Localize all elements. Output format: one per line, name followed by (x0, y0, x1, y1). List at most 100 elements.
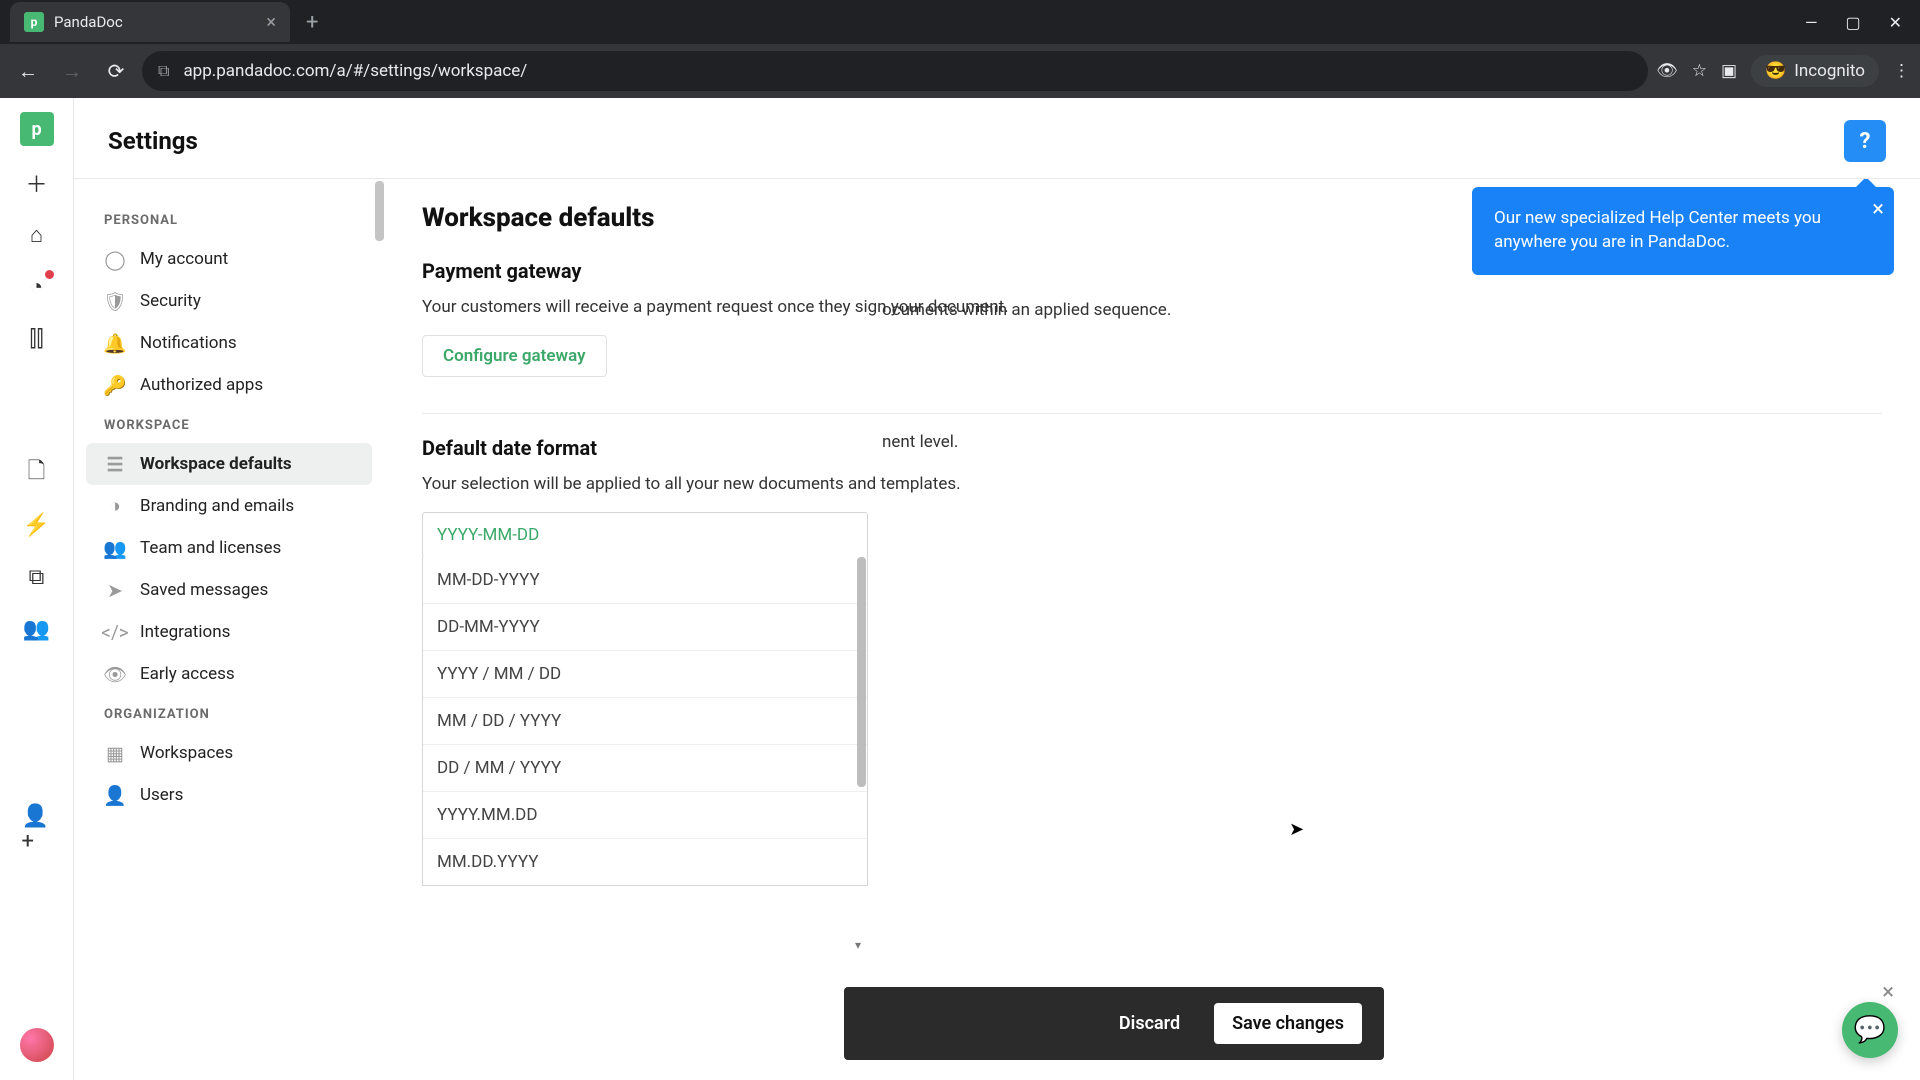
tooltip-text: Our new specialized Help Center meets yo… (1494, 208, 1821, 252)
configure-gateway-button[interactable]: Configure gateway (422, 335, 607, 377)
user-avatar[interactable] (20, 1028, 54, 1062)
new-tab-button[interactable]: + (296, 10, 328, 35)
help-button[interactable]: ? (1844, 120, 1886, 162)
send-icon: ➤ (104, 579, 126, 601)
incognito-icon: 😎 (1765, 61, 1786, 81)
create-icon[interactable]: ＋ (22, 168, 52, 198)
sidebar-item-my-account[interactable]: ◯My account (86, 238, 372, 280)
dropdown-option[interactable]: YYYY.MM.DD (423, 791, 867, 838)
tab-strip: p PandaDoc × + — ▢ ✕ (0, 0, 1920, 44)
key-icon: 🔑 (104, 374, 126, 396)
user-icon: ◯ (104, 248, 126, 270)
quickstart-icon[interactable]: ⚡ (22, 510, 52, 540)
settings-panel: Workspace defaults Payment gateway Your … (384, 178, 1920, 1080)
maximize-icon[interactable]: ▢ (1845, 13, 1860, 32)
divider (422, 413, 1882, 414)
back-button[interactable]: ← (10, 53, 46, 89)
section-workspace: WORKSPACE (86, 406, 372, 443)
forward-button[interactable]: → (54, 53, 90, 89)
url-text: app.pandadoc.com/a/#/settings/workspace/ (183, 61, 527, 81)
sidebar-item-team[interactable]: 👥Team and licenses (86, 527, 372, 569)
team-icon: 👥 (104, 537, 126, 559)
dropdown-list: MM-DD-YYYY DD-MM-YYYY YYYY / MM / DD MM … (422, 557, 868, 886)
sidebar-item-workspaces[interactable]: ▦Workspaces (86, 732, 372, 774)
close-tab-icon[interactable]: × (266, 12, 276, 33)
dropdown-option[interactable]: YYYY / MM / DD (423, 650, 867, 697)
dropdown-option[interactable]: MM-DD-YYYY (423, 557, 867, 603)
dropdown-option[interactable]: DD / MM / YYYY (423, 744, 867, 791)
sidebar-item-saved-messages[interactable]: ➤Saved messages (86, 569, 372, 611)
obscured-text-1: ocuments within an applied sequence. (882, 300, 1882, 320)
browser-chrome: p PandaDoc × + — ▢ ✕ ← → ⟳ ⧉ app.pandado… (0, 0, 1920, 98)
discard-button[interactable]: Discard (1119, 1013, 1180, 1034)
address-bar: ← → ⟳ ⧉ app.pandadoc.com/a/#/settings/wo… (0, 44, 1920, 98)
user-outline-icon: 👤 (104, 784, 126, 806)
app: p ＋ ⌂ ◔ ⫿⫿ 🗋 ⚡ ⧉ 👥 👤+ Settings ? PERSONA… (0, 98, 1920, 1080)
main-area: Settings ? PERSONAL ◯My account 🛡Securit… (74, 98, 1920, 1080)
bookmark-icon[interactable]: ☆ (1692, 61, 1707, 81)
page-header: Settings ? (74, 98, 1920, 178)
bell-icon: 🔔 (104, 332, 126, 354)
save-bar: Discard Save changes × (844, 987, 1384, 1060)
grid-icon: ▦ (104, 742, 126, 764)
date-format-section: Default date format Your selection will … (422, 436, 1882, 452)
nav-rail: p ＋ ⌂ ◔ ⫿⫿ 🗋 ⚡ ⧉ 👥 👤+ (0, 98, 74, 1080)
eye-off-icon[interactable]: 👁 (1656, 61, 1678, 81)
sidebar-item-security[interactable]: 🛡Security (86, 280, 372, 322)
sliders-icon: ☰ (104, 453, 126, 475)
incognito-badge[interactable]: 😎 Incognito (1751, 55, 1879, 87)
palette-icon: ◑ (104, 495, 126, 517)
dropdown-option[interactable]: MM / DD / YYYY (423, 697, 867, 744)
chat-fab[interactable]: 💬 (1842, 1002, 1898, 1058)
shield-icon: 🛡 (104, 290, 126, 312)
sidebar-scrollbar[interactable] (375, 181, 384, 241)
reports-icon[interactable]: ⫿⫿ (22, 324, 52, 354)
home-icon[interactable]: ⌂ (22, 220, 52, 250)
help-tooltip: Our new specialized Help Center meets yo… (1472, 187, 1894, 275)
tooltip-arrow (1856, 178, 1876, 187)
section-organization: ORGANIZATION (86, 695, 372, 732)
activity-icon[interactable]: ◔ (22, 272, 52, 302)
save-changes-button[interactable]: Save changes (1214, 1003, 1362, 1044)
reload-button[interactable]: ⟳ (98, 53, 134, 89)
incognito-label: Incognito (1794, 61, 1865, 81)
savebar-close-icon[interactable]: × (1882, 980, 1894, 1005)
tab-title: PandaDoc (54, 13, 256, 31)
sidebar-item-integrations[interactable]: </>Integrations (86, 611, 372, 653)
url-field[interactable]: ⧉ app.pandadoc.com/a/#/settings/workspac… (142, 51, 1648, 91)
obscured-text-2: nent level. (882, 432, 1882, 452)
cursor-icon: ➤ (1289, 819, 1304, 840)
tooltip-close-icon[interactable]: × (1872, 195, 1884, 226)
add-user-icon[interactable]: 👤+ (22, 814, 52, 844)
dropdown-option[interactable]: MM.DD.YYYY (423, 838, 867, 885)
documents-icon[interactable]: 🗋 (22, 458, 52, 488)
date-format-desc: Your selection will be applied to all yo… (422, 474, 1882, 494)
minimize-icon[interactable]: — (1805, 13, 1818, 32)
dropdown-option[interactable]: DD-MM-YYYY (423, 603, 867, 650)
close-window-icon[interactable]: ✕ (1889, 13, 1902, 32)
sidebar-item-users[interactable]: 👤Users (86, 774, 372, 816)
browser-tab[interactable]: p PandaDoc × (10, 2, 290, 42)
sidebar-item-notifications[interactable]: 🔔Notifications (86, 322, 372, 364)
sidebar-item-early-access[interactable]: 👁Early access (86, 653, 372, 695)
site-settings-icon[interactable]: ⧉ (158, 61, 169, 81)
section-personal: PERSONAL (86, 201, 372, 238)
settings-sidebar: PERSONAL ◯My account 🛡Security 🔔Notifica… (74, 178, 384, 1080)
dropdown-scrollbar[interactable] (857, 557, 866, 787)
date-format-dropdown[interactable]: YYYY-MM-DD MM-DD-YYYY DD-MM-YYYY YYYY / … (422, 512, 868, 558)
chevron-down-icon[interactable]: ▾ (855, 938, 861, 952)
eye-icon: 👁 (104, 663, 126, 685)
sidebar-item-authorized-apps[interactable]: 🔑Authorized apps (86, 364, 372, 406)
menu-icon[interactable]: ⋮ (1893, 61, 1910, 81)
page-title: Settings (108, 127, 198, 155)
dropdown-selected[interactable]: YYYY-MM-DD (423, 513, 867, 557)
sidebar-item-branding[interactable]: ◑Branding and emails (86, 485, 372, 527)
sidebar-item-workspace-defaults[interactable]: ☰Workspace defaults (86, 443, 372, 485)
window-controls: — ▢ ✕ (1805, 13, 1920, 32)
pandadoc-logo[interactable]: p (20, 112, 54, 146)
pandadoc-favicon: p (24, 12, 44, 32)
contacts-icon[interactable]: 👥 (22, 614, 52, 644)
code-icon: </> (104, 621, 126, 643)
forms-icon[interactable]: ⧉ (22, 562, 52, 592)
panel-icon[interactable]: ▣ (1721, 61, 1737, 81)
